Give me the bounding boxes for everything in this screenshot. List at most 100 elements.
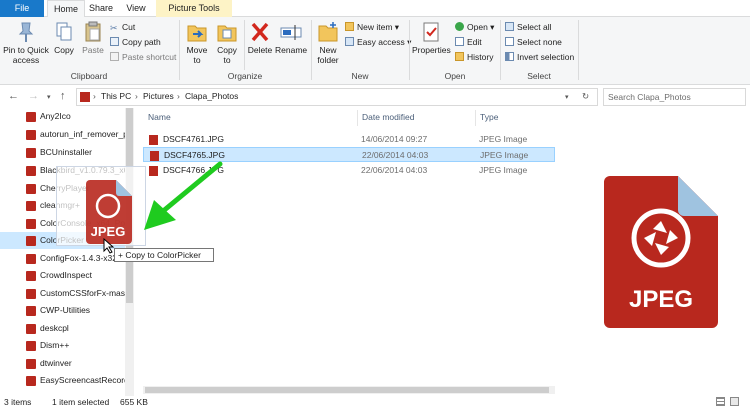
breadcrumb-clapa-photos[interactable]: Clapa_Photos — [185, 91, 238, 101]
cut-button[interactable]: ✂ Cut — [110, 21, 135, 33]
address-box[interactable]: › This PC › Pictures › Clapa_Photos ▾ ↻ — [76, 88, 598, 106]
jpeg-preview-icon: JPEG — [604, 176, 718, 328]
tab-share[interactable]: Share — [86, 0, 116, 17]
nav-item[interactable]: autorun_inf_remover_p — [0, 126, 134, 143]
folder-jpeg-icon — [80, 92, 90, 102]
large-icons-view-icon[interactable] — [730, 397, 739, 406]
jpeg-file-icon — [149, 135, 158, 145]
rename-icon — [280, 25, 302, 40]
search-input[interactable]: Search Clapa_Photos — [603, 88, 746, 106]
history-button[interactable]: History — [455, 51, 493, 63]
back-arrow-icon[interactable]: ← — [8, 90, 19, 102]
move-to-label: Move to — [186, 45, 208, 65]
folder-icon — [26, 166, 36, 176]
file-date: 22/06/2014 04:03 — [361, 165, 428, 175]
file-name: DSCF4761.JPG — [163, 134, 224, 144]
details-view-icon[interactable] — [716, 397, 725, 406]
folder-icon — [26, 254, 36, 264]
open-button[interactable]: Open ▾ — [455, 21, 494, 33]
column-header-date-modified[interactable]: Date modified — [362, 112, 414, 122]
pin-to-quick-access-button[interactable]: Pin to Quick access — [2, 21, 50, 65]
file-list-scrollbar-thumb[interactable] — [145, 387, 549, 393]
paste-button[interactable]: Paste — [79, 21, 107, 55]
delete-button[interactable]: Delete — [246, 21, 274, 55]
paste-shortcut-icon — [110, 52, 119, 61]
new-item-icon — [345, 22, 354, 31]
file-date: 22/06/2014 04:03 — [362, 150, 429, 160]
copy-to-icon — [217, 25, 237, 42]
new-folder-button[interactable]: New folder — [314, 21, 342, 65]
copy-to-button[interactable]: Copy to — [213, 21, 241, 65]
nav-item[interactable]: CWP-Utilities — [0, 302, 134, 319]
new-item-button[interactable]: New item ▾ — [345, 21, 399, 33]
select-all-icon — [505, 22, 514, 31]
easy-access-button[interactable]: Easy access ▾ — [345, 36, 411, 48]
folder-icon — [26, 306, 36, 316]
properties-icon — [423, 22, 439, 42]
column-header-type[interactable]: Type — [480, 112, 498, 122]
delete-icon — [251, 22, 269, 42]
folder-icon — [26, 376, 36, 386]
tab-view[interactable]: View — [121, 0, 151, 17]
nav-item[interactable]: Dism++ — [0, 337, 134, 354]
nav-item[interactable]: CrowdInspect — [0, 267, 134, 284]
tab-home[interactable]: Home — [47, 0, 85, 18]
ribbon: Pin to Quick access Copy Paste ✂ Cut Copy… — [0, 17, 750, 85]
rename-button[interactable]: Rename — [275, 21, 307, 55]
invert-selection-icon — [505, 52, 514, 61]
ribbon-separator — [244, 20, 245, 70]
file-row[interactable]: DSCF4761.JPG 14/06/2014 09:27 JPEG Image — [143, 132, 555, 147]
invert-selection-button[interactable]: Invert selection — [505, 51, 574, 63]
paste-shortcut-label: Paste shortcut — [122, 52, 177, 62]
edit-button[interactable]: Edit — [455, 36, 482, 48]
green-arrow-icon — [144, 161, 223, 230]
recent-locations-chevron-icon[interactable]: ▾ — [47, 93, 51, 101]
properties-button[interactable]: Properties — [412, 21, 451, 55]
status-selected: 1 item selected — [52, 397, 110, 407]
copy-to-label: Copy to — [217, 45, 237, 65]
up-arrow-icon[interactable]: ↑ — [60, 90, 66, 102]
file-list-scrollbar[interactable] — [143, 386, 555, 394]
new-item-label: New item — [357, 22, 393, 32]
breadcrumb-chevron-icon: › — [135, 91, 138, 101]
pin-label: Pin to Quick access — [3, 45, 49, 65]
move-to-button[interactable]: Move to — [184, 21, 210, 65]
select-all-button[interactable]: Select all — [505, 21, 552, 33]
folder-icon — [26, 148, 36, 158]
copy-to-tooltip: + Copy to ColorPicker — [114, 248, 214, 262]
status-item-count: 3 items — [4, 397, 32, 407]
refresh-icon[interactable]: ↻ — [582, 91, 589, 102]
pin-icon — [18, 22, 34, 42]
copy-icon — [56, 22, 72, 41]
forward-arrow-icon[interactable]: → — [28, 90, 39, 102]
nav-item[interactable]: Any2Ico — [0, 108, 134, 125]
breadcrumb-this-pc[interactable]: This PC — [101, 91, 131, 101]
select-none-label: Select none — [517, 37, 562, 47]
ribbon-separator — [578, 20, 579, 80]
nav-item[interactable]: deskcpl — [0, 320, 134, 337]
paste-shortcut-button[interactable]: Paste shortcut — [110, 51, 176, 63]
nav-item[interactable]: CustomCSSforFx-maste — [0, 285, 134, 302]
nav-item[interactable]: BCUninstaller — [0, 144, 134, 161]
nav-item[interactable]: dtwinver — [0, 355, 134, 372]
tab-picture-tools[interactable]: Picture Tools — [156, 0, 232, 17]
nav-item[interactable]: EasyScreencastRecorde — [0, 372, 134, 389]
address-bar-row: ← → ▾ ↑ › This PC › Pictures › Clapa_Pho… — [0, 86, 750, 108]
scissors-icon: ✂ — [110, 23, 118, 33]
address-dropdown-chevron-icon[interactable]: ▾ — [565, 93, 569, 101]
breadcrumb-pictures[interactable]: Pictures — [143, 91, 174, 101]
copy-path-button[interactable]: Copy path — [110, 36, 161, 48]
folder-icon — [26, 271, 36, 281]
tab-file[interactable]: File — [0, 0, 44, 17]
edit-label: Edit — [467, 37, 482, 47]
folder-icon — [26, 130, 36, 140]
group-label-new: New — [351, 71, 369, 81]
group-label-select: Select — [527, 71, 551, 81]
copy-button[interactable]: Copy — [51, 21, 77, 55]
select-none-button[interactable]: Select none — [505, 36, 562, 48]
folder-icon — [26, 184, 36, 194]
column-header-name[interactable]: Name — [148, 112, 171, 122]
folder-icon — [26, 201, 36, 211]
delete-label: Delete — [247, 45, 273, 55]
column-separator — [475, 110, 476, 126]
